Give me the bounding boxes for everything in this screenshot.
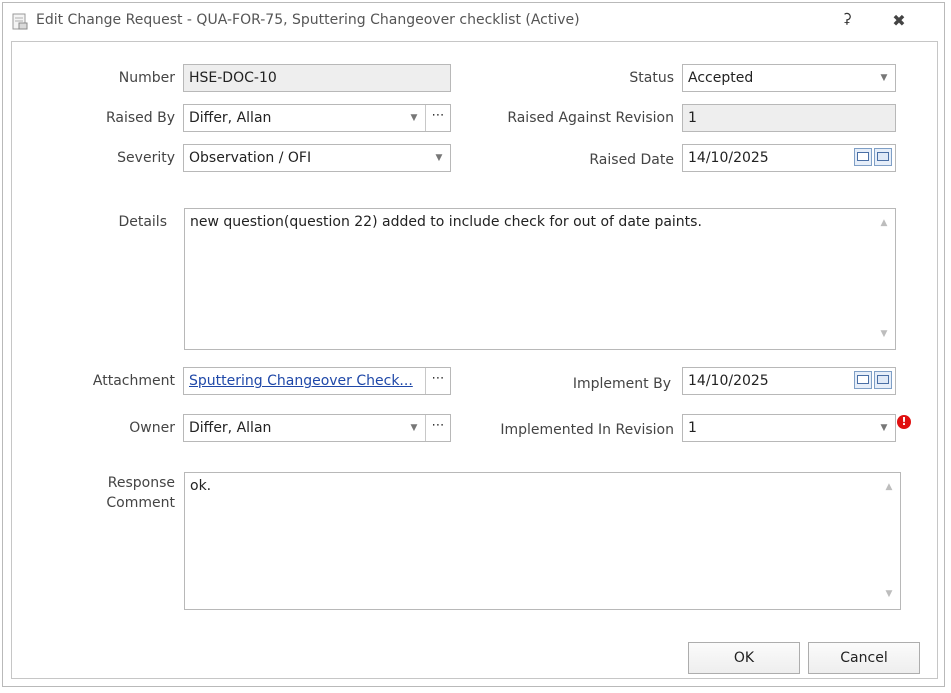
implemented-in-revision-select[interactable]: 1 ▼ — [682, 414, 896, 442]
implement-by-label: Implement By — [572, 376, 671, 392]
raised-by-label: Raised By — [105, 110, 175, 126]
title-bar[interactable]: Edit Change Request - QUA-FOR-75, Sputte… — [3, 3, 944, 41]
status-label: Status — [629, 70, 674, 86]
response-comment-value: ok. — [190, 478, 212, 494]
raised-by-select[interactable]: Differ, Allan ▼ ⋯ — [183, 104, 451, 132]
implement-by-field[interactable]: 14/10/2025 — [682, 367, 896, 395]
response-comment-textarea[interactable]: ok. ▲ ▼ — [184, 472, 901, 610]
date-picker-icon[interactable] — [874, 371, 892, 389]
chevron-down-icon[interactable]: ▼ — [873, 66, 895, 90]
response-comment-label-line1: Response — [107, 475, 175, 491]
date-picker-icon[interactable] — [874, 148, 892, 166]
severity-label: Severity — [117, 150, 175, 166]
status-value: Accepted — [688, 70, 754, 86]
status-select[interactable]: Accepted ▼ — [682, 64, 896, 92]
owner-select[interactable]: Differ, Allan ▼ ⋯ — [183, 414, 451, 442]
owner-label: Owner — [129, 420, 175, 436]
implemented-in-revision-value: 1 — [688, 420, 697, 436]
chevron-down-icon[interactable]: ▼ — [428, 146, 450, 170]
implemented-in-revision-label: Implemented In Revision — [500, 422, 674, 438]
severity-value: Observation / OFI — [189, 150, 312, 166]
form-body: Number HSE-DOC-10 Status Accepted ▼ Rais… — [11, 41, 938, 679]
raised-date-value: 14/10/2025 — [688, 150, 769, 166]
attachment-field[interactable]: Sputtering Changeover Check... ⋯ — [183, 367, 451, 395]
owner-value: Differ, Allan — [189, 420, 272, 436]
details-textarea[interactable]: new question(question 22) added to inclu… — [184, 208, 896, 350]
close-icon[interactable]: ✖ — [890, 11, 908, 30]
window-title: Edit Change Request - QUA-FOR-75, Sputte… — [36, 12, 580, 28]
cancel-button[interactable]: Cancel — [808, 642, 920, 674]
response-comment-label-line2: Comment — [106, 495, 175, 511]
calendar-icon[interactable] — [854, 371, 872, 389]
calendar-icon[interactable] — [854, 148, 872, 166]
raised-against-revision-field[interactable]: 1 — [682, 104, 896, 132]
details-value: new question(question 22) added to inclu… — [190, 214, 702, 230]
ok-button[interactable]: OK — [688, 642, 800, 674]
number-value: HSE-DOC-10 — [189, 70, 277, 86]
error-icon: ! — [897, 415, 911, 429]
raised-against-revision-value: 1 — [688, 110, 697, 126]
pin-icon[interactable]: ⚳ — [839, 11, 855, 29]
raised-against-revision-label: Raised Against Revision — [507, 110, 674, 126]
number-label: Number — [118, 70, 175, 86]
scroll-down-icon[interactable]: ▼ — [882, 589, 896, 601]
ellipsis-button[interactable]: ⋯ — [425, 105, 450, 131]
number-field[interactable]: HSE-DOC-10 — [183, 64, 451, 92]
chevron-down-icon[interactable]: ▼ — [403, 106, 425, 130]
implement-by-value: 14/10/2025 — [688, 373, 769, 389]
attachment-link[interactable]: Sputtering Changeover Check... — [189, 373, 423, 389]
raised-date-label: Raised Date — [589, 152, 674, 168]
raised-by-value: Differ, Allan — [189, 110, 272, 126]
scroll-up-icon[interactable]: ▲ — [882, 482, 896, 494]
scroll-up-icon[interactable]: ▲ — [877, 218, 891, 230]
scroll-down-icon[interactable]: ▼ — [877, 329, 891, 341]
dialog-window: Edit Change Request - QUA-FOR-75, Sputte… — [2, 2, 945, 687]
details-label: Details — [118, 214, 167, 230]
document-edit-icon — [12, 13, 28, 30]
chevron-down-icon[interactable]: ▼ — [403, 416, 425, 440]
ellipsis-button[interactable]: ⋯ — [425, 415, 450, 441]
attachment-label: Attachment — [92, 373, 175, 389]
raised-date-field[interactable]: 14/10/2025 — [682, 144, 896, 172]
chevron-down-icon[interactable]: ▼ — [873, 416, 895, 440]
ellipsis-button[interactable]: ⋯ — [425, 368, 450, 394]
severity-select[interactable]: Observation / OFI ▼ — [183, 144, 451, 172]
